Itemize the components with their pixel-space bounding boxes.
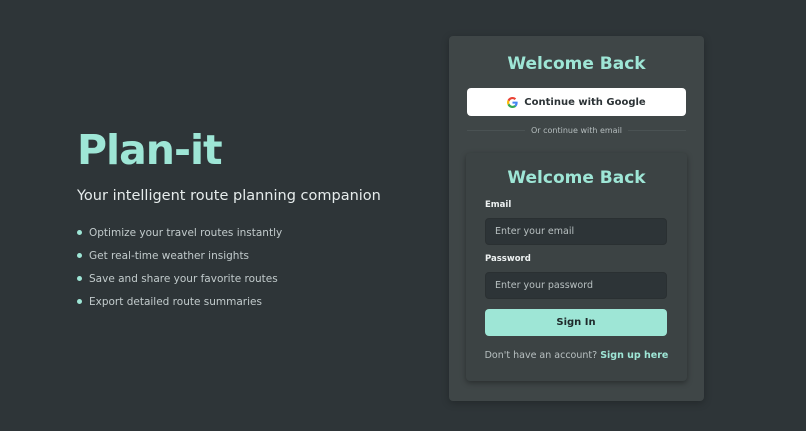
google-button-label: Continue with Google (524, 96, 646, 108)
bullet-dot-icon (77, 253, 82, 258)
password-field[interactable] (485, 272, 667, 299)
feature-list: Optimize your travel routes instantly Ge… (77, 221, 417, 313)
tagline: Your intelligent route planning companio… (77, 188, 381, 204)
auth-title: Welcome Back (507, 54, 646, 74)
divider: Or continue with email (467, 123, 687, 137)
feature-item: Get real-time weather insights (77, 244, 417, 267)
divider-line-right (628, 129, 687, 131)
signup-row: Don't have an account? Sign up here (466, 350, 687, 361)
sign-up-link[interactable]: Sign up here (600, 350, 668, 361)
feature-text: Export detailed route summaries (89, 295, 262, 308)
login-page: Plan-it Your intelligent route planning … (0, 0, 806, 431)
bullet-dot-icon (77, 299, 82, 304)
email-label: Email (485, 200, 512, 210)
google-signin-button[interactable]: Continue with Google (467, 88, 686, 116)
feature-text: Optimize your travel routes instantly (89, 226, 283, 239)
divider-line-left (467, 129, 525, 131)
auth-card: Welcome Back Continue with Google Or con… (449, 36, 704, 401)
email-field[interactable] (485, 218, 667, 245)
sign-in-button[interactable]: Sign In (485, 309, 667, 336)
google-icon (507, 96, 518, 108)
feature-item: Export detailed route summaries (77, 290, 417, 313)
form-title: Welcome Back (507, 168, 646, 188)
brand-logo-text: Plan-it (77, 126, 223, 174)
login-form: Welcome Back Email Password Sign In Don'… (466, 153, 687, 381)
bullet-dot-icon (77, 230, 82, 235)
feature-text: Get real-time weather insights (89, 249, 250, 262)
feature-item: Optimize your travel routes instantly (77, 221, 417, 244)
feature-item: Save and share your favorite routes (77, 267, 417, 290)
password-label: Password (485, 254, 531, 264)
divider-text: Or continue with email (530, 125, 623, 135)
feature-text: Save and share your favorite routes (89, 272, 278, 285)
hero-section: Plan-it Your intelligent route planning … (77, 124, 417, 313)
bullet-dot-icon (77, 276, 82, 281)
signup-prompt: Don't have an account? (484, 350, 601, 361)
